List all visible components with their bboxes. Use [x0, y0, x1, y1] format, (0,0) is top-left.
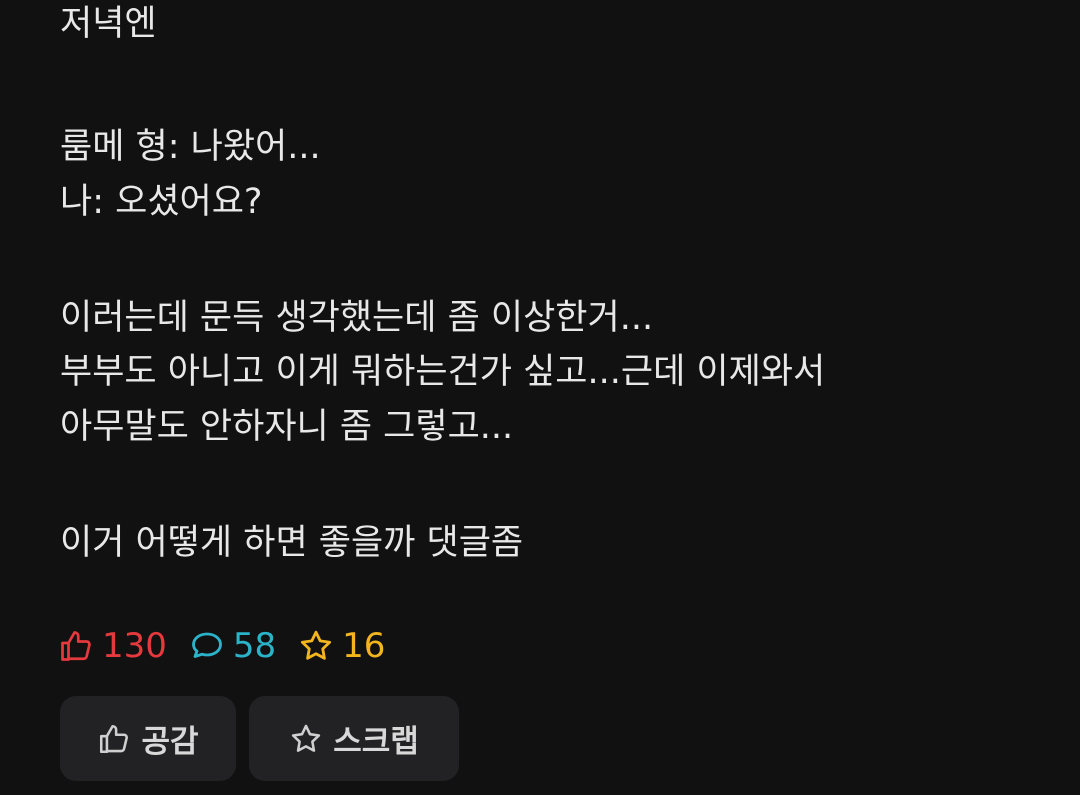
thumbs-up-icon [61, 631, 91, 661]
post-text-line: 이러는데 문득 생각했는데 좀 이상한거... [60, 298, 654, 338]
scrap-count: 16 [298, 626, 385, 666]
post-actions: 공감 스크랩 [60, 696, 472, 781]
thumbs-up-icon [100, 724, 129, 753]
star-icon [301, 630, 332, 660]
post-stats: 130 58 16 [58, 624, 407, 668]
post-text-line: 룸메 형: 나왔어... [60, 127, 321, 167]
scrap-count-value: 16 [342, 626, 386, 666]
scrap-button[interactable]: 스크랩 [249, 696, 459, 781]
post-text-line: 나: 오셨어요? [60, 182, 263, 222]
comment-count-value: 58 [232, 626, 277, 666]
scrap-button-label: 스크랩 [333, 724, 419, 760]
star-icon [292, 724, 321, 752]
empathy-button[interactable]: 공감 [60, 696, 236, 781]
comment-count: 58 [189, 626, 276, 666]
like-count-value: 130 [102, 626, 167, 666]
post-text-line: 이거 어떻게 하면 좋을까 댓글좀 [60, 523, 524, 563]
post-text-line: 저녁엔 [60, 4, 157, 44]
post-text-line: 부부도 아니고 이게 뭐하는건가 싶고...근데 이제와서 [60, 352, 826, 392]
post-text-line: 아무말도 안하자니 좀 그렇고... [60, 407, 514, 447]
speech-bubble-icon [191, 632, 222, 658]
empathy-button-label: 공감 [141, 724, 199, 760]
like-count: 130 [58, 626, 167, 666]
